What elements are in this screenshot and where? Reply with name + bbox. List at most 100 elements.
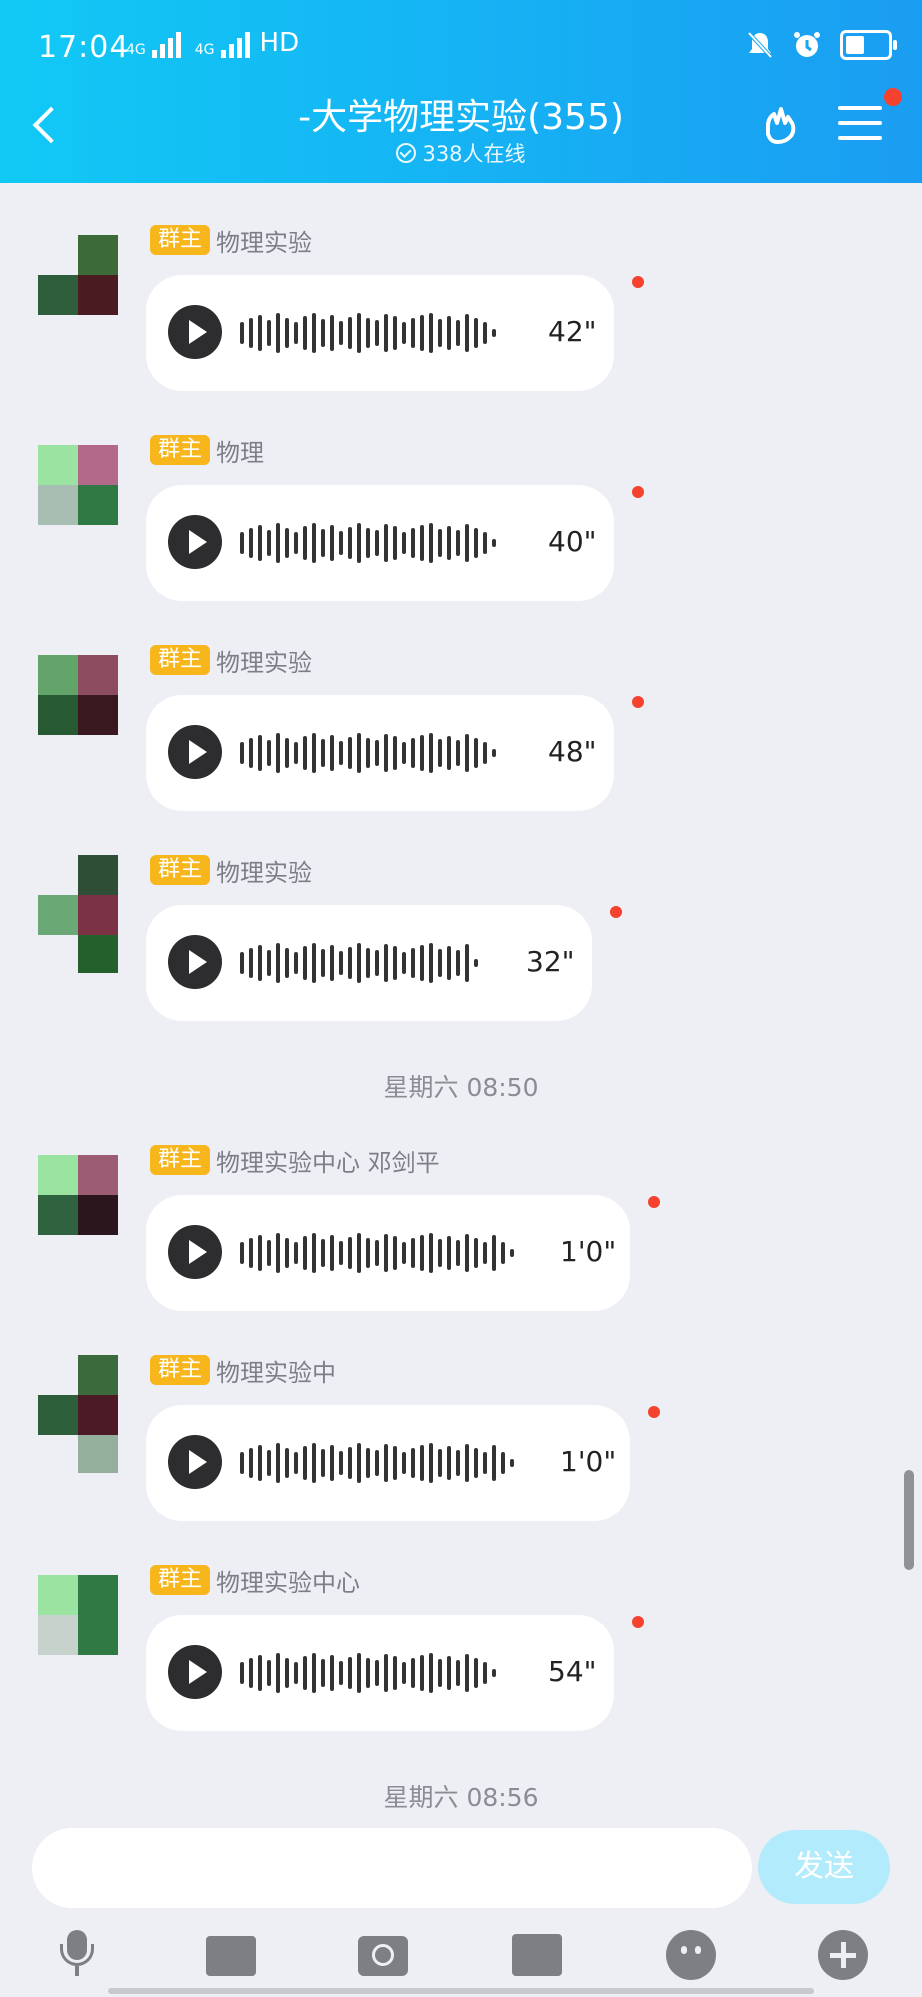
play-icon[interactable] bbox=[168, 305, 222, 359]
waveform-bar bbox=[492, 749, 496, 757]
waveform-bar bbox=[285, 318, 289, 348]
waveform-bar bbox=[285, 528, 289, 558]
unread-dot bbox=[632, 486, 644, 498]
waveform-bar bbox=[276, 1443, 280, 1483]
play-icon[interactable] bbox=[168, 1435, 222, 1489]
avatar[interactable] bbox=[38, 1355, 118, 1473]
group-title: -大学物理实验(355) bbox=[298, 97, 624, 138]
waveform-bar bbox=[258, 735, 262, 771]
waveform-bar bbox=[438, 319, 442, 347]
avatar[interactable] bbox=[38, 235, 118, 315]
battery-icon bbox=[840, 30, 897, 60]
waveform-bar bbox=[474, 1238, 478, 1268]
waveform-bar bbox=[420, 1655, 424, 1691]
hand-gesture-icon[interactable] bbox=[760, 104, 806, 150]
sender-row: 群主 物理实验中心 邓剑平 bbox=[150, 1143, 440, 1178]
play-icon[interactable] bbox=[168, 725, 222, 779]
waveform-bar bbox=[420, 525, 424, 561]
waveform-bar bbox=[330, 1235, 334, 1271]
input-row: 发送 bbox=[0, 1828, 922, 1918]
voice-duration: 32" bbox=[526, 945, 575, 978]
chat-header: 17:04 4G 4G HD -大学物理实验(355) 338人在线 bbox=[0, 0, 922, 183]
waveform-bar bbox=[330, 525, 334, 561]
sender-row: 群主 物理实验中 bbox=[150, 1353, 336, 1388]
waveform-bar bbox=[276, 313, 280, 353]
network-indicator: 4G 4G HD bbox=[126, 28, 299, 58]
sender-name[interactable]: 物理实验中 bbox=[216, 1353, 336, 1388]
waveform-bar bbox=[348, 1237, 352, 1269]
voice-message: 群主 物理实验中 1'0" bbox=[0, 1313, 922, 1523]
waveform-bar bbox=[321, 949, 325, 977]
waveform-bar bbox=[438, 529, 442, 557]
status-time: 17:04 bbox=[38, 30, 130, 65]
voice-bubble[interactable]: 40" bbox=[146, 485, 614, 601]
scrollbar-thumb[interactable] bbox=[904, 1470, 914, 1570]
gift-icon[interactable] bbox=[512, 1934, 562, 1976]
waveform-bar bbox=[249, 738, 253, 768]
waveform-bar bbox=[456, 1240, 460, 1266]
sender-name[interactable]: 物理实验中心 bbox=[216, 1563, 360, 1598]
waveform-bar bbox=[465, 734, 469, 772]
waveform-bar bbox=[483, 532, 487, 554]
voice-bubble[interactable]: 32" bbox=[146, 905, 592, 1021]
play-icon[interactable] bbox=[168, 515, 222, 569]
waveform-bar bbox=[258, 1655, 262, 1691]
voice-bubble[interactable]: 42" bbox=[146, 275, 614, 391]
waveform-bar bbox=[303, 1446, 307, 1480]
play-icon[interactable] bbox=[168, 1225, 222, 1279]
sender-name[interactable]: 物理 bbox=[216, 433, 264, 468]
waveform-bar bbox=[240, 742, 244, 764]
avatar[interactable] bbox=[38, 445, 118, 525]
chat-message-list[interactable]: 群主 物理实验 42" 群主 物理 40" 群主 物理实验 48" 群主 物理实… bbox=[0, 183, 922, 1828]
waveform-bar bbox=[483, 742, 487, 764]
menu-button[interactable] bbox=[838, 106, 882, 146]
waveform-bar bbox=[267, 950, 271, 976]
waveform-bar bbox=[276, 1653, 280, 1693]
waveform-bar bbox=[267, 1240, 271, 1266]
owner-badge: 群主 bbox=[150, 225, 211, 255]
sender-name[interactable]: 物理实验中心 邓剑平 bbox=[216, 1143, 440, 1178]
avatar[interactable] bbox=[38, 855, 118, 973]
play-icon[interactable] bbox=[168, 1645, 222, 1699]
waveform-bar bbox=[348, 1447, 352, 1479]
waveform-bar bbox=[456, 530, 460, 556]
sender-name[interactable]: 物理实验 bbox=[216, 643, 312, 678]
waveform-bar bbox=[411, 948, 415, 978]
avatar[interactable] bbox=[38, 1155, 118, 1235]
camera-icon[interactable] bbox=[358, 1936, 408, 1976]
send-button[interactable]: 发送 bbox=[758, 1830, 890, 1904]
waveform-bar bbox=[393, 1656, 397, 1690]
unread-dot bbox=[648, 1196, 660, 1208]
waveform-bar bbox=[492, 1445, 496, 1481]
image-icon[interactable] bbox=[206, 1936, 256, 1976]
sender-name[interactable]: 物理实验 bbox=[216, 223, 312, 258]
voice-message: 群主 物理实验中心 54" bbox=[0, 1523, 922, 1733]
emoji-icon[interactable] bbox=[666, 1930, 716, 1980]
sender-name[interactable]: 物理实验 bbox=[216, 853, 312, 888]
waveform-bar bbox=[240, 1662, 244, 1684]
waveform-bar bbox=[366, 948, 370, 978]
waveform-bar bbox=[303, 1236, 307, 1270]
microphone-icon[interactable] bbox=[52, 1930, 102, 1980]
waveform-bar bbox=[294, 1242, 298, 1264]
owner-badge: 群主 bbox=[150, 645, 211, 675]
waveform-bar bbox=[294, 1452, 298, 1474]
waveform-bar bbox=[375, 1450, 379, 1476]
voice-bubble[interactable]: 48" bbox=[146, 695, 614, 811]
plus-icon[interactable] bbox=[818, 1930, 868, 1980]
unread-dot bbox=[632, 276, 644, 288]
voice-bubble[interactable]: 54" bbox=[146, 1615, 614, 1731]
avatar[interactable] bbox=[38, 655, 118, 735]
waveform-bar bbox=[384, 1654, 388, 1692]
voice-bubble[interactable]: 1'0" bbox=[146, 1195, 630, 1311]
waveform-bar bbox=[402, 742, 406, 764]
waveform-bar bbox=[402, 532, 406, 554]
waveform-bar bbox=[375, 530, 379, 556]
voice-bubble[interactable]: 1'0" bbox=[146, 1405, 630, 1521]
waveform-bar bbox=[438, 1239, 442, 1267]
message-input[interactable] bbox=[32, 1828, 752, 1908]
waveform-bar bbox=[411, 528, 415, 558]
waveform-bar bbox=[339, 1661, 343, 1685]
play-icon[interactable] bbox=[168, 935, 222, 989]
avatar[interactable] bbox=[38, 1575, 118, 1655]
